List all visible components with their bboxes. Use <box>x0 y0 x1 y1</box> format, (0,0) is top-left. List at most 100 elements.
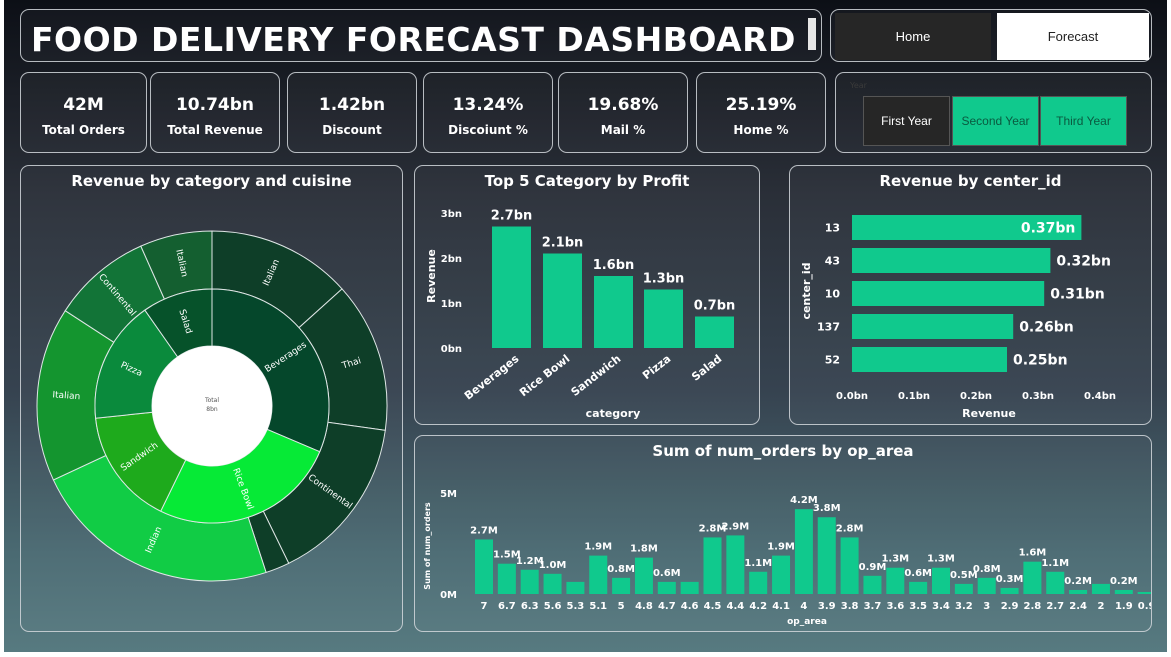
x-tick-label: 4.4 <box>726 601 744 612</box>
kpi-mail-percent: 19.68% Mail % <box>558 72 688 153</box>
x-tick-label: 7 <box>481 601 488 612</box>
top5-category-chart: 0bn 1bn 2bn 3bn Revenue 2.7bn Beverages 2.1bn Ri… <box>425 209 736 421</box>
sunburst-chart: ItalianThaiContinentalIndianItalianConti… <box>36 230 388 582</box>
bar <box>794 509 813 594</box>
bar <box>543 253 582 348</box>
bar <box>852 314 1014 339</box>
bar-data-label: 0.26bn <box>1019 320 1074 336</box>
x-tick-label: 3.9 <box>818 601 836 612</box>
bar <box>543 573 562 594</box>
bar <box>886 567 905 594</box>
sunburst-chart-panel: Revenue by category and cuisine Italian T… <box>20 165 403 632</box>
x-tick-label: 0.3bn <box>1022 391 1054 402</box>
y-tick-label: 3bn <box>441 209 462 220</box>
bar <box>566 581 585 594</box>
kpi-value: 42M <box>63 95 104 115</box>
x-tick-label: 5.3 <box>567 601 585 612</box>
bar <box>1023 561 1042 594</box>
bar-data-label: 0.32bn <box>1056 254 1111 270</box>
x-tick-label: 0.0bn <box>836 391 868 402</box>
x-tick-label: Pizza <box>640 352 673 382</box>
dashboard: FOOD DELIVERY FORECAST DASHBOARD Home Fo… <box>4 0 1167 652</box>
kpi-home-percent: 25.19% Home % <box>696 72 826 153</box>
bar <box>644 289 683 348</box>
x-tick-label: 0.9 <box>1138 601 1151 612</box>
bar <box>1046 571 1065 594</box>
bar <box>497 563 516 594</box>
bar <box>634 557 653 594</box>
y-axis-label: Sum of num_orders <box>423 502 432 590</box>
kpi-total-revenue: 10.74bn Total Revenue <box>150 72 280 153</box>
bar <box>977 577 996 594</box>
bar-data-label: 0.25bn <box>1013 353 1068 369</box>
x-tick-label: 5.6 <box>544 601 562 612</box>
x-tick-label: 5 <box>618 601 625 612</box>
bar <box>1114 589 1133 594</box>
y-tick-label: 1bn <box>441 299 462 310</box>
bar <box>852 347 1007 372</box>
kpi-value: 25.19% <box>725 95 797 115</box>
bar <box>520 569 539 594</box>
forecast-button[interactable]: Forecast <box>997 13 1149 60</box>
bar-data-label: 1.6bn <box>593 258 635 273</box>
bar <box>589 555 608 594</box>
kpi-total-orders: 42M Total Orders <box>20 72 147 153</box>
bar <box>852 248 1051 273</box>
kpi-value: 1.42bn <box>318 95 386 115</box>
year-first-button[interactable]: First Year <box>863 96 950 146</box>
bar-data-label: 1.9M <box>584 542 612 553</box>
x-tick-label: 2 <box>1097 601 1104 612</box>
sunburst-center-label: Total <box>204 397 219 404</box>
x-tick-label: Beverages <box>462 352 522 403</box>
x-tick-label: 3.7 <box>864 601 882 612</box>
bar-data-label: 1.8M <box>630 544 658 555</box>
bar-data-label: 2.9M <box>722 521 750 532</box>
x-tick-label: 4.7 <box>658 601 676 612</box>
x-tick-label: 2.9 <box>1001 601 1019 612</box>
bar-data-label: 2.7bn <box>491 209 533 224</box>
x-tick-label: 3 <box>983 601 990 612</box>
nav-panel: Home Forecast <box>830 9 1152 62</box>
text-cursor-bar <box>808 18 816 50</box>
kpi-label: Mail % <box>600 123 646 137</box>
bar <box>817 517 836 594</box>
op-area-chart-panel: Sum of num_orders by op_area 5M 0M Sum of … <box>414 435 1152 632</box>
bar <box>1000 587 1019 594</box>
kpi-discount-percent: 13.24% Discoiunt % <box>423 72 553 153</box>
year-slicer: Year First Year Second Year Third Year <box>835 72 1152 153</box>
x-axis-label: Revenue <box>962 407 1016 420</box>
bar-data-label: 2.1bn <box>542 236 584 251</box>
y-tick-label: 0M <box>440 590 457 601</box>
x-tick-label: Sandwich <box>569 352 624 399</box>
bar <box>1137 591 1151 594</box>
bar-data-label: 0.7bn <box>694 299 736 314</box>
bar-data-label: 3.8M <box>813 503 841 514</box>
sunburst-center-value: 8bn <box>206 406 218 413</box>
x-tick-label: 4.1 <box>772 601 790 612</box>
bar <box>657 581 676 594</box>
x-tick-label: Salad <box>689 352 724 383</box>
bar-data-label: 0.3M <box>996 574 1024 585</box>
x-tick-label: 0.4bn <box>1084 391 1116 402</box>
bar-data-label: 2.7M <box>470 525 498 536</box>
y-tick-label: 137 <box>817 321 840 334</box>
kpi-label: Discount <box>322 123 382 137</box>
x-tick-label: 3.5 <box>909 601 927 612</box>
year-second-button[interactable]: Second Year <box>952 96 1039 146</box>
bar <box>695 316 734 348</box>
bar <box>492 226 531 348</box>
home-button[interactable]: Home <box>835 13 991 60</box>
x-tick-label: 2.4 <box>1069 601 1087 612</box>
kpi-discount: 1.42bn Discount <box>287 72 417 153</box>
kpi-value: 10.74bn <box>175 95 255 115</box>
bar-data-label: 0.37bn <box>1021 221 1076 237</box>
bar <box>852 281 1045 306</box>
x-tick-label: 2.7 <box>1046 601 1064 612</box>
bar-data-label: 1.3bn <box>643 272 685 287</box>
bar <box>594 276 633 348</box>
x-axis-label: category <box>586 407 641 420</box>
kpi-label: Discoiunt % <box>448 123 528 137</box>
x-tick-label: 4.6 <box>681 601 699 612</box>
bar-data-label: 1.9M <box>767 542 795 553</box>
year-third-button[interactable]: Third Year <box>1040 96 1127 146</box>
